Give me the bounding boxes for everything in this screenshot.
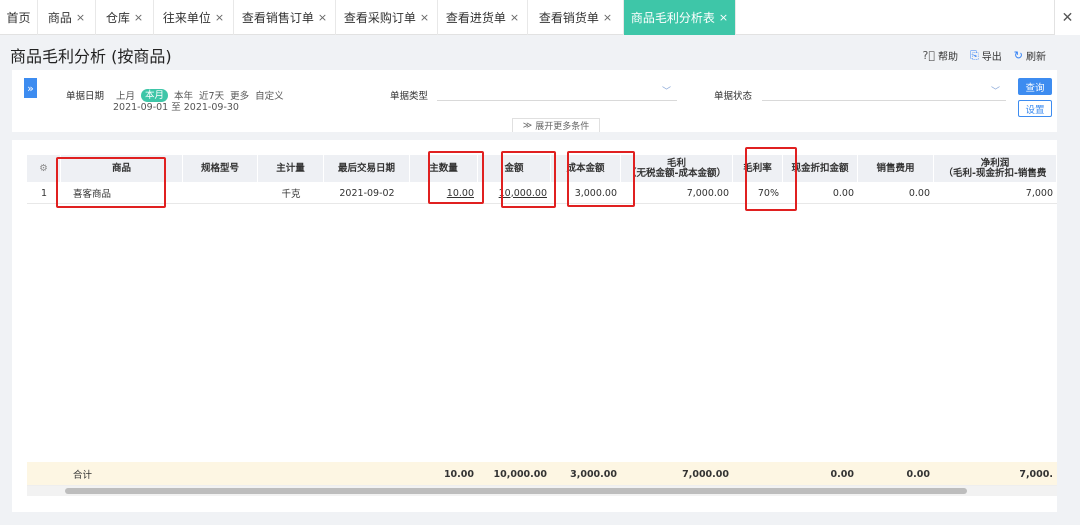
column-header-last_date: 最后交易日期 (324, 155, 410, 182)
close-tab-icon[interactable]: × (318, 11, 327, 24)
close-tab-icon[interactable]: × (719, 11, 728, 24)
tab-label: 查看销售订单 (241, 11, 314, 25)
highlight-box-amount (501, 151, 556, 208)
tab-label: 查看销货单 (538, 11, 599, 25)
cell-spec (183, 182, 258, 204)
summary-cell-unit (258, 462, 324, 486)
column-header-spec: 规格型号 (183, 155, 258, 182)
tab-label: 首页 (6, 11, 31, 25)
doc-type-label: 单据类型 (390, 91, 429, 102)
tab-4[interactable]: 查看销售订单 × (234, 0, 336, 35)
date-label: 单据日期 (66, 91, 105, 102)
export-icon: ⎘ (969, 48, 979, 62)
column-header-unit: 主计量 (258, 155, 324, 182)
tab-label: 仓库 (105, 11, 130, 25)
doc-status-label: 单据状态 (714, 91, 753, 102)
cell-unit: 千克 (281, 189, 301, 200)
date-range-text[interactable]: 2021-09-01 至 2021-09-30 (113, 99, 239, 113)
tab-7[interactable]: 查看销货单 × (528, 0, 624, 35)
horizontal-scrollbar[interactable] (27, 486, 1057, 496)
summary-cell-spec (183, 462, 258, 486)
column-header-line2: （无税金额-成本金额） (627, 167, 726, 179)
summary-cell-last_date (324, 462, 410, 486)
refresh-label: 刷新 (1026, 52, 1046, 63)
summary-cell-net: 7,000. (1019, 468, 1053, 480)
refresh-button[interactable]: ↻ 刷新 (1014, 48, 1046, 63)
summary-cell-cash_discount: 0.00 (830, 468, 854, 480)
column-header-line2: （毛利-现金折扣-销售费 (943, 167, 1047, 179)
tab-label: 查看采购订单 (343, 11, 416, 25)
export-label: 导出 (981, 52, 1002, 63)
help-icon: ?⃝ (922, 49, 935, 62)
filter-panel: » 单据日期 上月 本月 本年 近7天 更多 自定义 2021-09-01 至 2021-… (12, 70, 1057, 132)
summary-row: 合计 10.00 10,000.00 3,000.00 7,000.00 0.00 0.00… (27, 462, 1057, 486)
cell-last_date: 2021-09-02 (339, 187, 395, 199)
settings-button[interactable]: 设置 (1018, 100, 1052, 117)
date-option-5[interactable]: 自定义 (255, 88, 284, 102)
chevron-down-icon: ﹀ (990, 87, 1000, 97)
tab-label: 查看进货单 (445, 11, 506, 25)
tab-0[interactable]: 首页 (0, 0, 38, 35)
help-label: 帮助 (937, 52, 958, 63)
tab-5[interactable]: 查看采购订单 × (336, 0, 438, 35)
column-header-net: 净利润 （毛利-现金折扣-销售费 (934, 155, 1057, 182)
column-header-line1: 净利润 (980, 157, 1010, 169)
summary-cell-idx (27, 462, 61, 486)
cell-sales_expense: 0.00 (908, 187, 930, 199)
double-chevron-down-icon: ≫ (522, 120, 533, 131)
tab-label: 往来单位 (162, 11, 211, 25)
close-tab-icon[interactable]: × (510, 11, 519, 24)
help-button[interactable]: ?⃝ 帮助 (923, 48, 958, 63)
tab-8[interactable]: 商品毛利分析表 × (624, 0, 736, 35)
summary-cell-product: 合计 (73, 470, 93, 481)
page-title: 商品毛利分析 (按商品) (10, 47, 172, 66)
summary-cell-sales_expense: 0.00 (906, 468, 930, 480)
refresh-icon: ↻ (1013, 49, 1023, 62)
more-conditions-label: 展开更多条件 (535, 122, 590, 132)
doc-status-select[interactable]: ﹀ (762, 84, 1006, 101)
tab-2[interactable]: 仓库 × (96, 0, 154, 35)
cell-gross: 7,000.00 (686, 187, 729, 199)
tab-3[interactable]: 往来单位 × (154, 0, 234, 35)
summary-cell-margin (733, 462, 783, 486)
close-tab-icon[interactable]: × (420, 11, 429, 24)
summary-cell-qty: 10.00 (443, 468, 474, 480)
close-tab-icon[interactable]: × (215, 11, 224, 24)
cell-net: 7,000 (1025, 187, 1053, 199)
doc-type-select[interactable]: ﹀ (437, 84, 677, 101)
close-tab-icon[interactable]: × (603, 11, 612, 24)
close-tab-icon[interactable]: × (76, 11, 85, 24)
scrollbar-thumb[interactable] (65, 488, 967, 494)
highlight-box-margin (745, 147, 797, 211)
tab-1[interactable]: 商品 × (38, 0, 96, 35)
summary-cell-cost: 3,000.00 (570, 468, 617, 480)
tab-bar: 首页 商品 × 仓库 × 往来单位 × 查看销售订单 × 查看采购订单 × 查看进货单 × 查看销货单 × 商… (0, 0, 1080, 35)
expand-more-conditions-button[interactable]: ≫ 展开更多条件 (512, 118, 600, 132)
query-button[interactable]: 查询 (1018, 78, 1052, 95)
close-tab-icon[interactable]: × (134, 11, 143, 24)
column-header-gross: 毛利 （无税金额-成本金额） (621, 155, 733, 182)
highlight-box-product (56, 157, 166, 208)
highlight-box-cost (567, 151, 635, 207)
tab-label: 商品毛利分析表 (630, 11, 715, 25)
top-actions: ?⃝ 帮助 ⎘ 导出 ↻ 刷新 (923, 48, 1046, 64)
export-button[interactable]: ⎘ 导出 (969, 48, 1002, 64)
tab-label: 商品 (47, 11, 72, 25)
column-header-sales_expense: 销售费用 (858, 155, 934, 182)
summary-cell-amount: 10,000.00 (493, 468, 548, 480)
column-header-line1: 毛利 (666, 157, 686, 169)
highlight-box-qty (428, 151, 484, 204)
tab-6[interactable]: 查看进货单 × (438, 0, 528, 35)
chevron-down-icon: ﹀ (661, 87, 671, 97)
close-all-tabs-icon[interactable]: ✕ (1054, 0, 1080, 35)
summary-cell-gross: 7,000.00 (682, 468, 729, 480)
expand-sidebar-icon[interactable]: » (24, 78, 37, 98)
